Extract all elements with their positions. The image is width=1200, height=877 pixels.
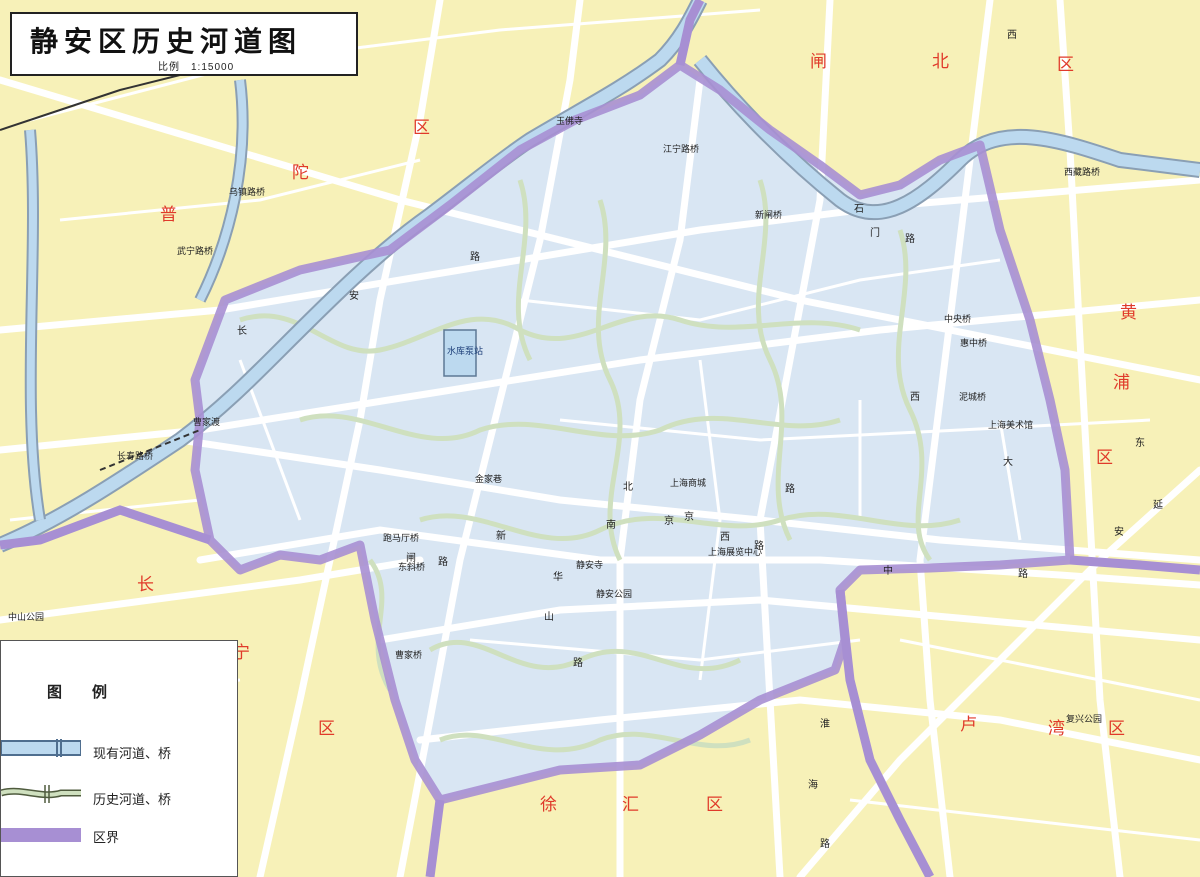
bridge-label: 泥城桥 bbox=[959, 392, 987, 402]
title-box: 静安区历史河道图 比例 1:15000 bbox=[10, 12, 358, 76]
legend-boundary-symbol bbox=[1, 828, 81, 842]
bridge-label: 江宁路桥 bbox=[663, 144, 700, 154]
place-label: 曹家渡 bbox=[193, 417, 221, 427]
road-char: 路 bbox=[785, 484, 795, 495]
road-char: 路 bbox=[573, 658, 583, 669]
bridge-label: 跑马厅桥 bbox=[383, 533, 420, 543]
road-char: 安 bbox=[1114, 527, 1124, 538]
district-char: 陀 bbox=[292, 163, 309, 183]
road-char: 路 bbox=[438, 557, 448, 568]
road-char: 石 bbox=[854, 204, 864, 215]
road-char: 西 bbox=[1007, 30, 1017, 41]
district-char: 区 bbox=[413, 118, 430, 138]
place-label: 玉佛寺 bbox=[556, 116, 584, 126]
road-char: 海 bbox=[808, 780, 818, 791]
road-char: 西 bbox=[720, 532, 730, 543]
road-char: 安 bbox=[349, 291, 359, 302]
bridge-label: 西藏路桥 bbox=[1064, 167, 1101, 177]
legend-title: 图 例 bbox=[47, 684, 108, 701]
district-char: 区 bbox=[706, 795, 723, 815]
road-char: 新 bbox=[496, 531, 506, 542]
legend-historic-river-symbol bbox=[1, 785, 81, 803]
road-char: 门 bbox=[870, 228, 880, 239]
district-char: 长 bbox=[137, 575, 154, 595]
district-char: 区 bbox=[1096, 448, 1113, 468]
district-char: 卢 bbox=[960, 715, 977, 735]
place-label: 静安公园 bbox=[596, 589, 633, 599]
district-char: 区 bbox=[318, 719, 335, 739]
map-canvas: 静安区历史河道图 比例 1:15000 普 陀 区 闸 北 区 黄 浦 区 长 … bbox=[0, 0, 1200, 877]
road-char: 山 bbox=[544, 612, 554, 623]
road-char: 路 bbox=[470, 252, 480, 263]
place-label: 上海美术馆 bbox=[988, 420, 1034, 430]
road-char: 京 bbox=[684, 512, 694, 523]
road-char: 路 bbox=[905, 234, 915, 245]
district-char: 区 bbox=[1108, 719, 1125, 739]
district-char: 区 bbox=[1057, 55, 1074, 75]
road-char: 华 bbox=[553, 572, 563, 583]
bridge-label: 新闸桥 bbox=[755, 210, 783, 220]
district-char: 汇 bbox=[622, 795, 639, 815]
bridge-label: 武宁路桥 bbox=[177, 246, 214, 256]
road-char: 大 bbox=[1003, 457, 1013, 468]
place-label: 复兴公园 bbox=[1066, 714, 1103, 724]
road-char: 淮 bbox=[820, 719, 830, 730]
bridge-label: 乌镇路桥 bbox=[229, 187, 266, 197]
road-char: 路 bbox=[1018, 569, 1028, 580]
place-label: 静安寺 bbox=[576, 560, 604, 570]
map-scale: 比例 1:15000 bbox=[158, 62, 235, 73]
bridge-label: 长寿路桥 bbox=[117, 451, 154, 461]
road-char: 北 bbox=[623, 482, 633, 493]
bridge-label: 曹家桥 bbox=[395, 650, 423, 660]
district-char: 普 bbox=[160, 205, 177, 225]
legend-label-historic: 历史河道、桥 bbox=[93, 792, 172, 807]
bridge-label: 中央桥 bbox=[944, 314, 972, 324]
place-label: 水库泵站 bbox=[447, 346, 484, 356]
road-char: 京 bbox=[664, 516, 674, 527]
map-title: 静安区历史河道图 bbox=[30, 25, 303, 58]
district-char: 北 bbox=[932, 52, 949, 72]
legend-label-boundary: 区界 bbox=[93, 830, 120, 845]
road-char: 路 bbox=[820, 839, 830, 850]
road-char: 闸 bbox=[406, 553, 416, 564]
road-char: 路 bbox=[754, 541, 764, 552]
legend-label-existing: 现有河道、桥 bbox=[93, 746, 172, 761]
road-char: 延 bbox=[1153, 500, 1163, 511]
district-char: 湾 bbox=[1048, 719, 1065, 739]
road-char: 南 bbox=[606, 520, 616, 531]
legend-existing-river-symbol bbox=[1, 739, 81, 757]
district-char: 徐 bbox=[540, 795, 557, 815]
road-char: 西 bbox=[910, 392, 920, 403]
place-label: 金家巷 bbox=[475, 474, 503, 484]
place-label: 上海商城 bbox=[670, 478, 707, 488]
bridge-label: 惠中桥 bbox=[960, 338, 988, 348]
place-label: 中山公园 bbox=[8, 612, 45, 622]
district-char: 黄 bbox=[1120, 303, 1137, 323]
road-char: 中 bbox=[883, 566, 893, 577]
district-char: 闸 bbox=[810, 52, 827, 72]
legend: 图 例 现有河道、桥 历史河道、桥 区界 bbox=[0, 640, 238, 877]
road-char: 东 bbox=[1135, 438, 1145, 449]
district-char: 浦 bbox=[1113, 373, 1130, 393]
road-char: 长 bbox=[237, 326, 247, 337]
